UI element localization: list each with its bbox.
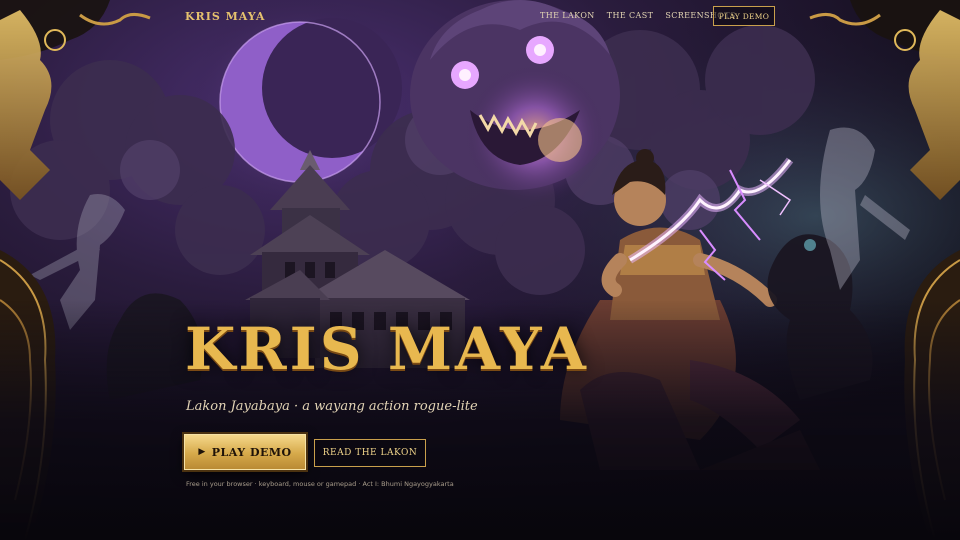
read-the-lakon-button[interactable]: READ THE LAKON	[314, 439, 426, 467]
landing-page: KRIS MAYA THE LAKON THE CAST SCREENSHOTS…	[0, 0, 960, 540]
play-demo-label: PLAY DEMO	[211, 445, 292, 459]
top-nav: KRIS MAYA THE LAKON THE CAST SCREENSHOTS…	[0, 0, 960, 34]
hero-title: KRIS MAYA	[185, 315, 589, 383]
nav-link-the-cast[interactable]: THE CAST	[607, 11, 654, 20]
brand-logo[interactable]: KRIS MAYA	[185, 10, 265, 23]
hero-subtitle: Lakon Jayabaya · a wayang action rogue-l…	[186, 399, 478, 414]
nav-play-demo-button[interactable]: PLAY DEMO	[713, 6, 775, 26]
nav-links: THE LAKON THE CAST SCREENSHOTS	[540, 11, 736, 20]
hero-footnote: Free in your browser · keyboard, mouse o…	[186, 480, 454, 488]
hero-artwork	[0, 0, 960, 540]
play-icon: ▶	[198, 447, 206, 457]
nav-link-the-lakon[interactable]: THE LAKON	[540, 11, 595, 20]
play-demo-button[interactable]: ▶ PLAY DEMO	[184, 434, 306, 470]
